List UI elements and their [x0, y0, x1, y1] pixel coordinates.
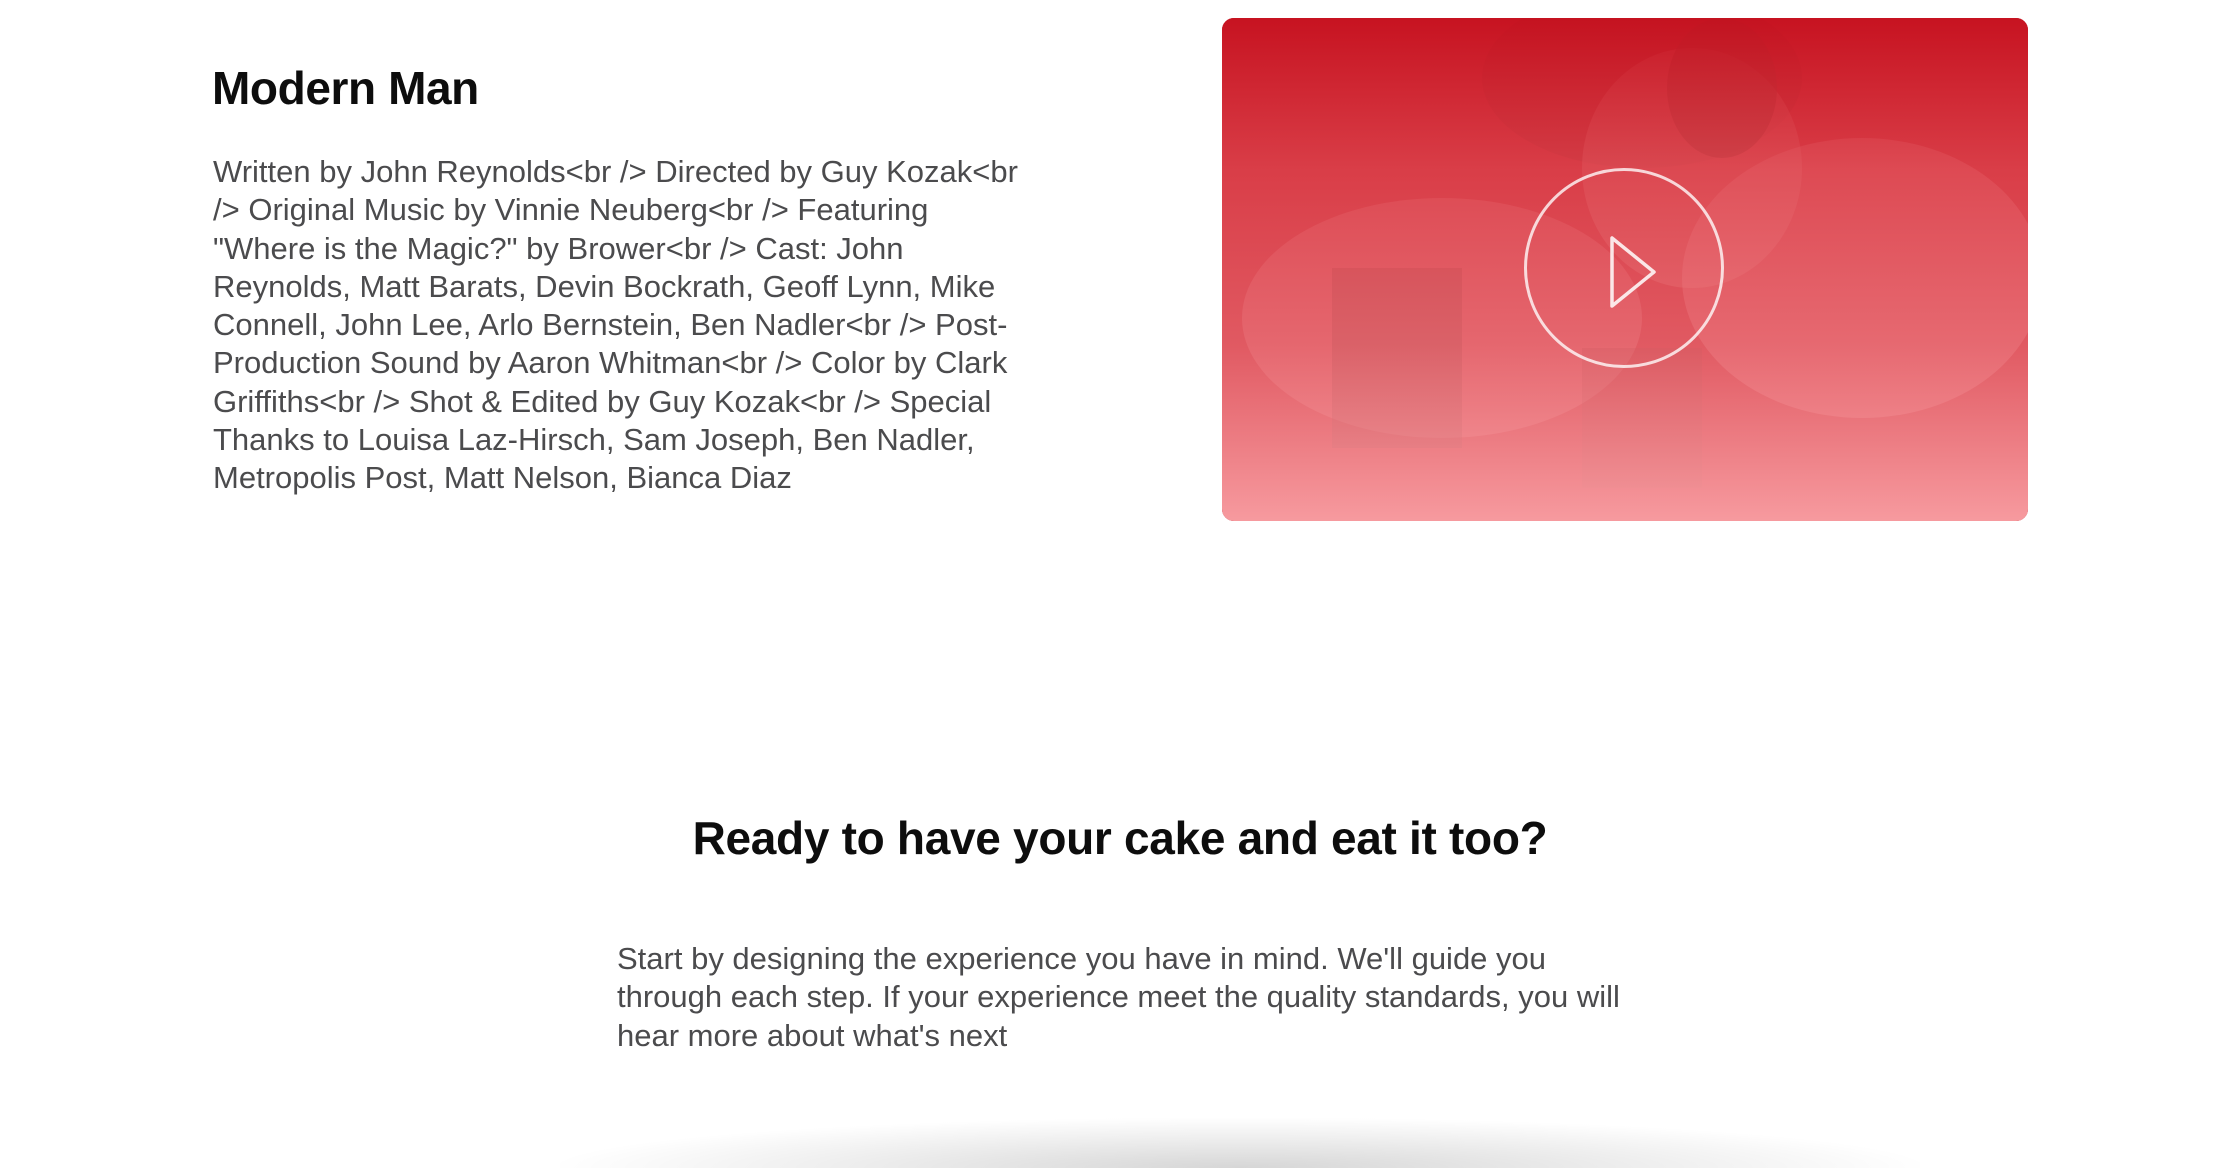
- cta-title: Ready to have your cake and eat it too?: [692, 812, 1548, 864]
- card-shadow: [560, 1118, 1920, 1168]
- film-title: Modern Man: [212, 62, 479, 114]
- film-credits: Written by John Reynolds<br /> Directed …: [213, 154, 1018, 496]
- video-player[interactable]: [1222, 18, 2028, 521]
- play-icon: [1610, 236, 1656, 308]
- play-button[interactable]: [1524, 168, 1724, 368]
- film-section: Modern Man Written by John Reynolds<br /…: [0, 0, 2224, 560]
- cta-description: Start by designing the experience you ha…: [617, 941, 1620, 1053]
